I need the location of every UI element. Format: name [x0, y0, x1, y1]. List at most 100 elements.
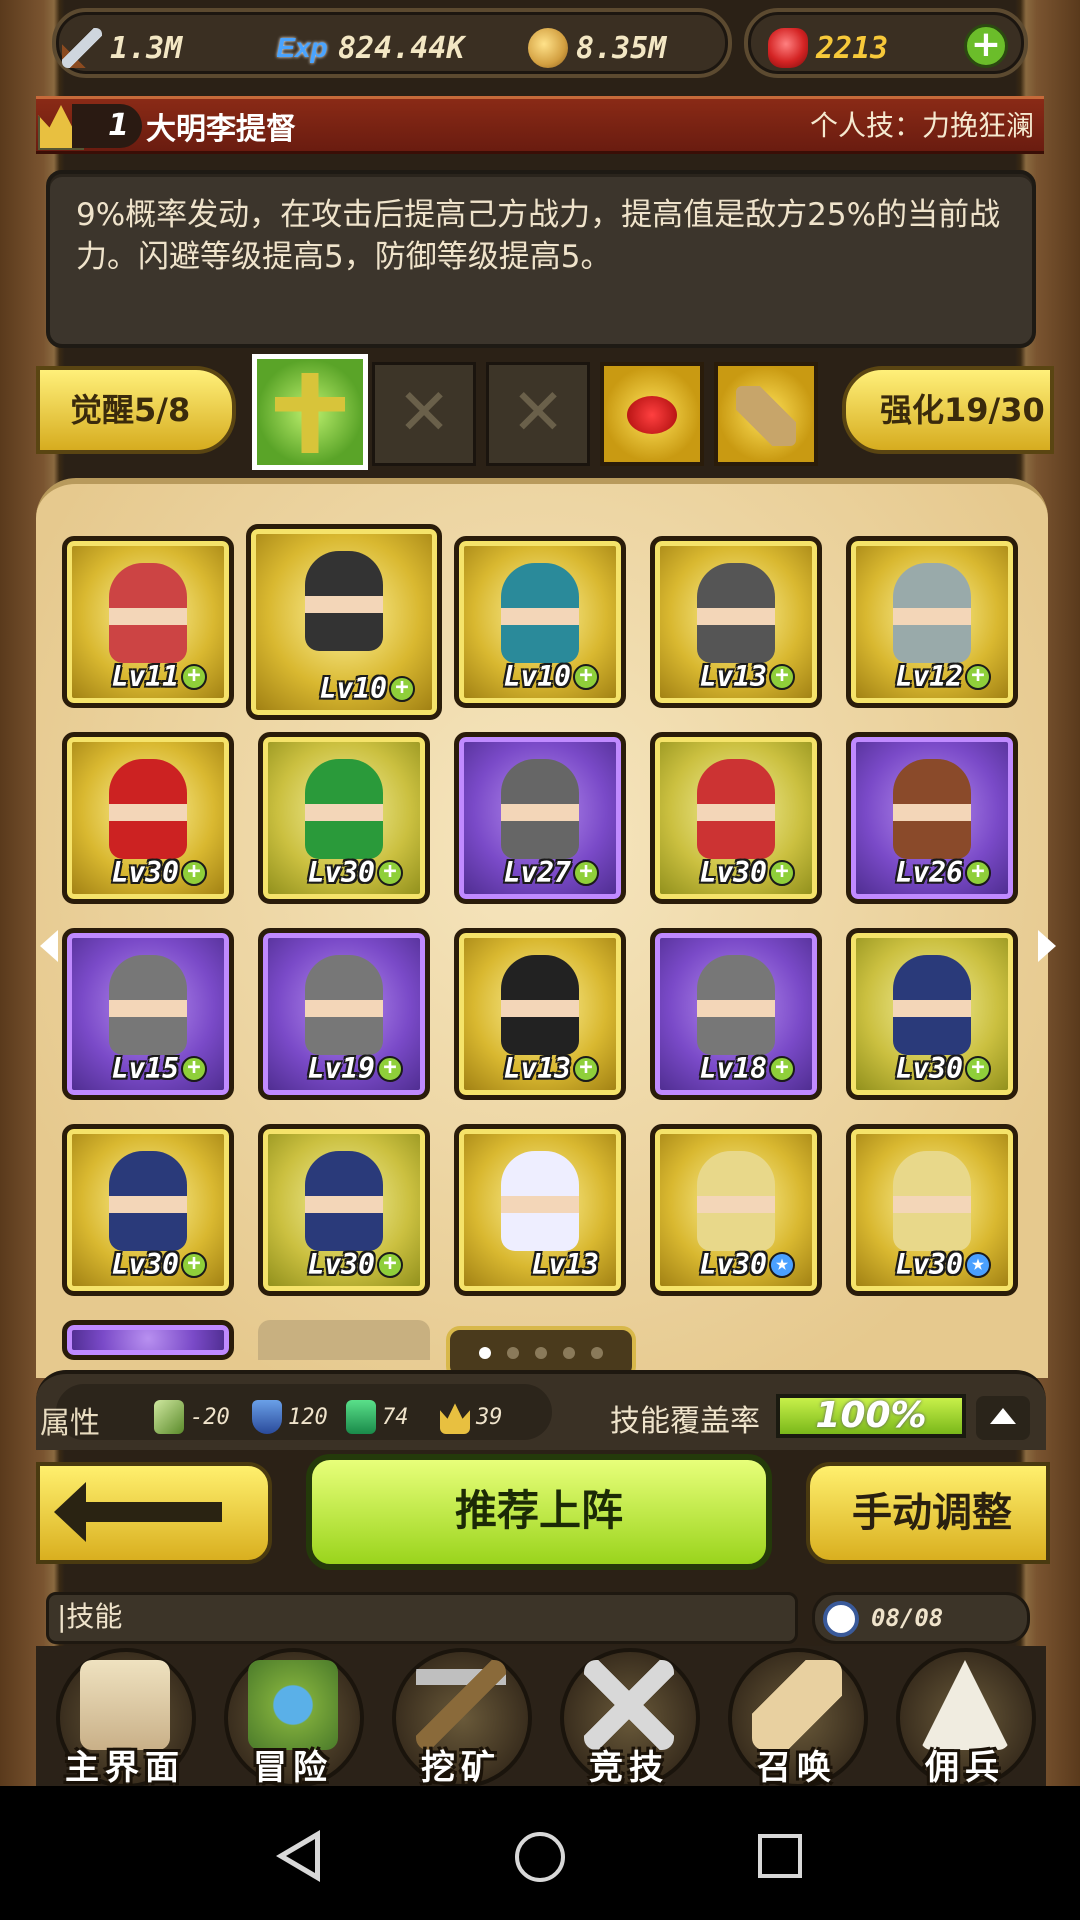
nav-mine[interactable]: 挖矿 [378, 1640, 544, 1786]
equip-slot-scroll[interactable] [714, 362, 818, 466]
hero-portrait [893, 563, 971, 663]
hero-portrait [501, 1151, 579, 1251]
hero-level-text: Lv12 [895, 660, 963, 693]
system-back-icon[interactable] [276, 1830, 320, 1882]
add-gems-button[interactable]: + [964, 24, 1008, 68]
nav-mercenary[interactable]: 佣兵 [882, 1640, 1048, 1786]
system-home-icon[interactable] [515, 1832, 565, 1882]
nav-mine-label: 挖矿 [421, 1748, 501, 1786]
resource-bar: 1.3M Exp 824.44K 8.35M [52, 8, 732, 78]
hero-card[interactable]: Lv11 + [62, 536, 234, 708]
level-up-plus-icon[interactable]: + [377, 1055, 403, 1082]
level-up-plus-icon[interactable]: + [573, 1055, 599, 1082]
skill-coverage-label: 技能覆盖率 [610, 1404, 760, 1439]
equip-slot-rose[interactable] [600, 362, 704, 466]
level-up-plus-icon[interactable]: + [377, 1251, 403, 1278]
level-up-plus-icon[interactable]: + [181, 663, 207, 690]
hero-level-text: Lv30 [307, 1248, 375, 1281]
page-dot[interactable] [479, 1347, 491, 1359]
sword-icon [62, 28, 102, 68]
level-up-plus-icon[interactable]: + [769, 859, 795, 886]
back-button[interactable] [36, 1462, 272, 1564]
nav-home[interactable]: 主界面 [42, 1640, 208, 1786]
hero-card[interactable]: Lv30 + [846, 928, 1018, 1100]
hero-card[interactable]: Lv15 + [62, 928, 234, 1100]
enhance-button[interactable]: 强化19/30 [842, 366, 1054, 454]
hero-card[interactable]: Lv10 + [454, 536, 626, 708]
hero-level: Lv19 + [308, 1052, 403, 1085]
chat-bar[interactable]: |技能 [46, 1592, 798, 1644]
hero-card[interactable]: Lv30 + [258, 1124, 430, 1296]
equip-slot-cross[interactable] [252, 354, 368, 470]
star-badge-icon[interactable]: ★ [965, 1251, 991, 1278]
next-page-arrow-icon[interactable] [1038, 930, 1056, 962]
hero-level: Lv30 + [112, 856, 207, 889]
defense-value: 120 [288, 1404, 328, 1430]
recommend-deploy-button[interactable]: 推荐上阵 [306, 1454, 772, 1570]
hero-portrait [305, 759, 383, 859]
hero-level-text: Lv30 [699, 856, 767, 889]
hero-portrait [109, 1151, 187, 1251]
level-up-plus-icon[interactable]: + [965, 1055, 991, 1082]
level-up-plus-icon[interactable]: + [181, 1055, 207, 1082]
page-dot[interactable] [563, 1347, 575, 1359]
hero-card[interactable]: Lv30 + [258, 732, 430, 904]
prev-page-arrow-icon[interactable] [40, 930, 58, 962]
golden-cross-icon [275, 373, 345, 453]
nav-arena[interactable]: 竞技 [546, 1640, 712, 1786]
system-recents-icon[interactable] [758, 1834, 802, 1878]
level-up-plus-icon[interactable]: + [573, 859, 599, 886]
hero-portrait [697, 563, 775, 663]
exp-icon: Exp [276, 32, 328, 63]
ruby-icon [768, 28, 808, 68]
level-up-plus-icon[interactable]: + [769, 663, 795, 690]
hero-card[interactable]: Lv13 + [650, 536, 822, 708]
manual-adjust-button[interactable]: 手动调整 [806, 1462, 1050, 1564]
hero-card[interactable]: Lv10 + [246, 524, 442, 720]
crown-attr: 39 [440, 1400, 503, 1434]
hero-level-text: Lv30 [111, 1248, 179, 1281]
star-badge-icon[interactable]: ★ [769, 1251, 795, 1278]
hero-level: Lv11 + [112, 660, 207, 693]
nav-adventure[interactable]: 冒险 [210, 1640, 376, 1786]
hero-card[interactable]: Lv18 + [650, 928, 822, 1100]
page-dot[interactable] [507, 1347, 519, 1359]
level-up-plus-icon[interactable]: + [965, 859, 991, 886]
hero-card[interactable]: Lv30 + [62, 1124, 234, 1296]
level-up-plus-icon[interactable]: + [181, 1251, 207, 1278]
speed-value: 74 [382, 1404, 409, 1430]
hero-card[interactable]: Lv19 + [258, 928, 430, 1100]
level-up-plus-icon[interactable]: + [377, 859, 403, 886]
hero-card[interactable]: Lv30 + [650, 732, 822, 904]
hero-card[interactable]: Lv13 + [454, 928, 626, 1100]
hero-level-text: Lv10 [319, 672, 387, 705]
hero-card[interactable]: Lv30 + [62, 732, 234, 904]
hero-card[interactable]: Lv30 ★ [846, 1124, 1018, 1296]
map-scroll-icon [80, 1660, 170, 1750]
page-dot[interactable] [535, 1347, 547, 1359]
page-dot[interactable] [591, 1347, 603, 1359]
level-up-plus-icon[interactable]: + [769, 1055, 795, 1082]
equip-slot-empty[interactable]: ✕ [372, 362, 476, 466]
hero-card[interactable]: Lv30 ★ [650, 1124, 822, 1296]
expand-up-button[interactable] [976, 1396, 1030, 1440]
attack-value: -20 [190, 1404, 230, 1430]
hero-card[interactable]: Lv26 + [846, 732, 1018, 904]
hero-card[interactable]: Lv27 + [454, 732, 626, 904]
nav-summon[interactable]: 召唤 [714, 1640, 880, 1786]
hero-card-partial[interactable] [62, 1320, 234, 1360]
crown-value: 39 [476, 1404, 503, 1430]
awaken-button[interactable]: 觉醒5/8 [36, 366, 236, 454]
gold-value: 8.35M [576, 30, 667, 66]
level-up-plus-icon[interactable]: + [573, 663, 599, 690]
hero-card[interactable]: Lv12 + [846, 536, 1018, 708]
level-up-plus-icon[interactable]: + [389, 675, 415, 702]
hero-rank: 1 [72, 104, 142, 148]
equip-slot-empty[interactable]: ✕ [486, 362, 590, 466]
nav-mercenary-label: 佣兵 [925, 1748, 1005, 1786]
left-arrow-icon [54, 1482, 222, 1542]
level-up-plus-icon[interactable]: + [965, 663, 991, 690]
hero-card[interactable]: Lv13 [454, 1124, 626, 1296]
level-up-plus-icon[interactable]: + [181, 859, 207, 886]
game-screen: 1.3M Exp 824.44K 8.35M 2213 + 1 大明李提督 个人… [0, 0, 1080, 1786]
